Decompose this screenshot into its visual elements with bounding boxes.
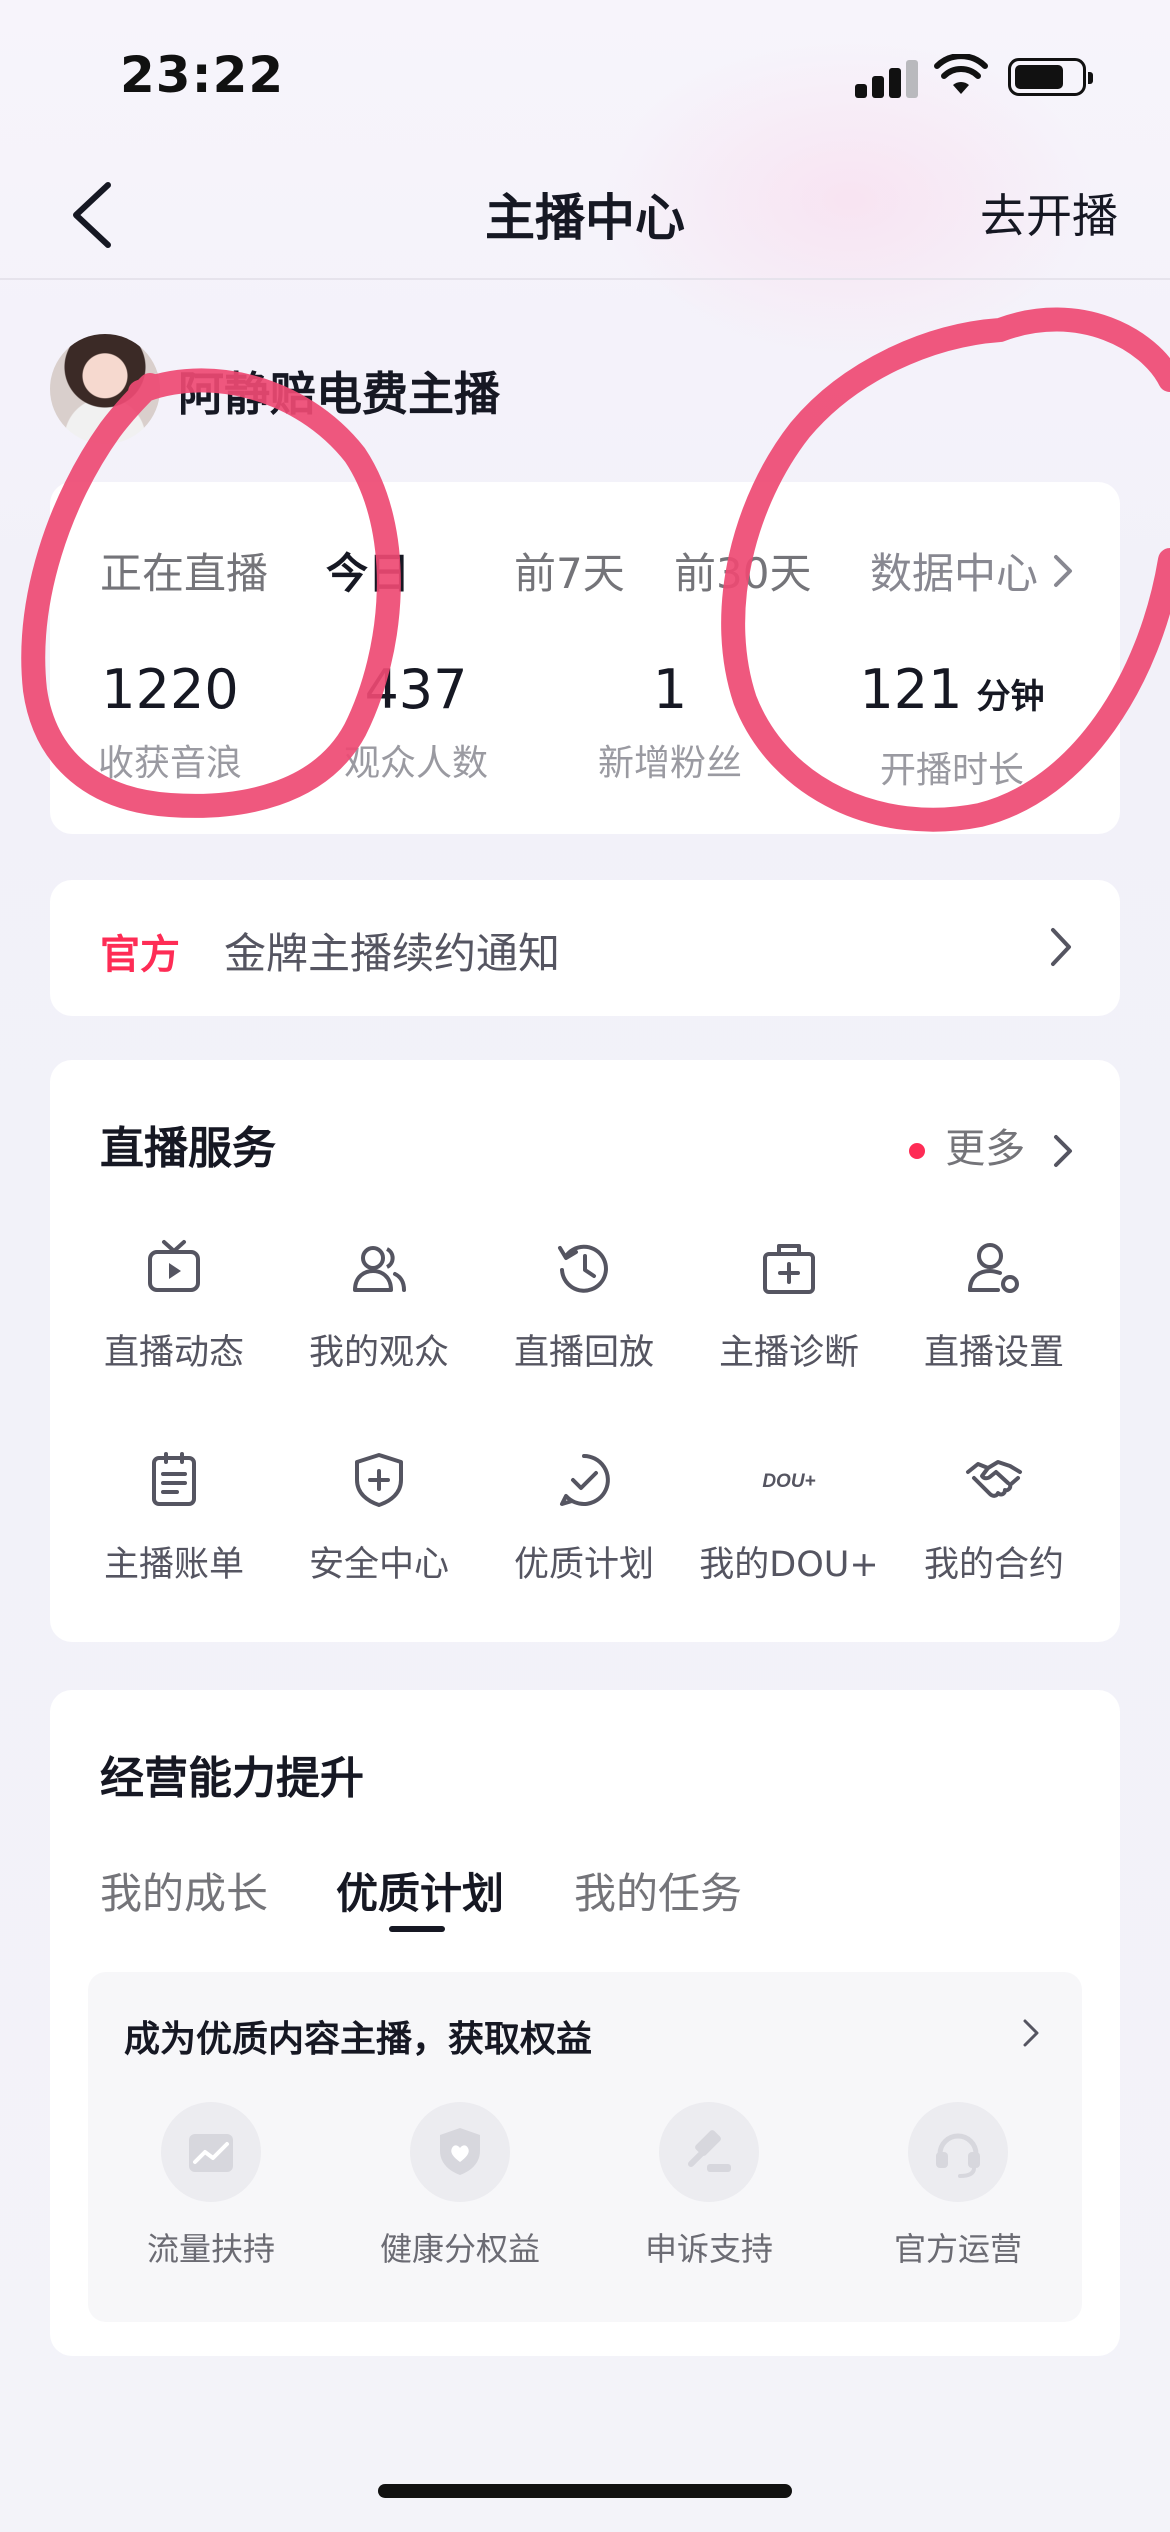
stat-value: 1	[652, 658, 688, 721]
benefit-traffic-support[interactable]: 流量扶持	[111, 2102, 311, 2270]
service-security-center[interactable]: 安全中心	[279, 1450, 479, 1587]
stat-sound-waves[interactable]: 1220 收获音浪	[50, 660, 290, 786]
section-title: 直播服务	[100, 1123, 276, 1174]
service-anchor-bill[interactable]: 主播账单	[74, 1450, 274, 1587]
shield-plus-icon	[355, 1453, 403, 1507]
dou-plus-icon: DOU+	[762, 1471, 815, 1492]
stat-value: 437	[364, 658, 468, 721]
service-my-audience[interactable]: 我的观众	[279, 1238, 479, 1375]
benefit-official-operation[interactable]: 官方运营	[858, 2102, 1058, 2270]
service-label: 安全中心	[308, 1545, 449, 1585]
bill-icon	[152, 1452, 196, 1506]
notice-banner[interactable]: 官方 金牌主播续约通知	[50, 880, 1120, 1016]
tv-play-icon	[148, 1240, 200, 1292]
live-services-card: 直播服务 更多 直播动态 我的观众 直播回放 主播诊断 直播设置 主播账单 安全…	[50, 1060, 1120, 1642]
service-label: 我的观众	[308, 1333, 449, 1373]
stat-viewers[interactable]: 437 观众人数	[296, 660, 536, 786]
service-live-replay[interactable]: 直播回放	[484, 1238, 684, 1375]
tab-live-now[interactable]: 正在直播	[100, 540, 268, 601]
tab-quality-plan[interactable]: 优质计划	[336, 1860, 504, 1921]
stat-value: 1220	[101, 658, 239, 721]
audience-icon	[353, 1246, 406, 1292]
status-bar: 23:22	[0, 0, 1170, 150]
service-label: 直播设置	[923, 1333, 1064, 1373]
traffic-chart-icon	[189, 2134, 233, 2172]
stat-new-fans[interactable]: 1 新增粉丝	[550, 660, 790, 786]
active-tab-indicator	[389, 1926, 445, 1932]
stat-label: 新增粉丝	[597, 743, 742, 784]
service-label: 主播账单	[103, 1545, 244, 1585]
quality-plan-title: 成为优质内容主播，获取权益	[124, 2019, 593, 2060]
stat-label: 开播时长	[879, 750, 1024, 791]
gavel-icon	[688, 2130, 731, 2172]
benefit-label: 健康分权益	[379, 2230, 540, 2268]
more-link[interactable]: 更多	[909, 1116, 1074, 1174]
service-anchor-diagnosis[interactable]: 主播诊断	[689, 1238, 889, 1375]
service-live-dynamics[interactable]: 直播动态	[74, 1238, 274, 1375]
medical-kit-icon	[763, 1244, 815, 1294]
stat-label: 观众人数	[343, 743, 488, 784]
service-label: 主播诊断	[718, 1333, 859, 1373]
benefit-label: 官方运营	[893, 2230, 1022, 2268]
chevron-right-icon	[1054, 555, 1072, 587]
benefit-health-score[interactable]: 健康分权益	[360, 2102, 560, 2270]
notice-text: 金牌主播续约通知	[224, 929, 561, 978]
data-center-link[interactable]: 数据中心	[870, 540, 1074, 601]
nav-bar: 主播中心 去开播	[0, 150, 1170, 280]
user-settings-icon	[968, 1243, 1019, 1293]
benefit-label: 流量扶持	[146, 2230, 275, 2268]
stat-label: 收获音浪	[97, 743, 242, 784]
service-label: 优质计划	[513, 1545, 654, 1585]
home-indicator	[378, 2484, 792, 2498]
check-bubble-icon	[560, 1454, 610, 1506]
headset-icon	[936, 2133, 980, 2178]
service-live-settings[interactable]: 直播设置	[894, 1238, 1094, 1375]
section-title: 经营能力提升	[100, 1753, 364, 1804]
tab-30-days[interactable]: 前30天	[674, 540, 811, 601]
tab-my-tasks[interactable]: 我的任务	[574, 1860, 742, 1921]
cellular-signal-icon	[855, 58, 918, 98]
stat-live-duration[interactable]: 121 分钟 开播时长	[832, 660, 1072, 793]
go-live-button[interactable]: 去开播	[980, 180, 1118, 246]
chevron-right-icon	[1023, 2019, 1039, 2047]
more-label: 更多	[945, 1126, 1026, 1172]
chevron-right-icon	[1051, 928, 1071, 966]
business-growth-card: 经营能力提升 我的成长 优质计划 我的任务 成为优质内容主播，获取权益 流量扶持…	[50, 1690, 1120, 2356]
notification-dot	[909, 1143, 926, 1159]
service-label: 直播动态	[103, 1333, 244, 1373]
svg-text:DOU+: DOU+	[762, 1471, 815, 1492]
service-label: 直播回放	[513, 1333, 654, 1373]
avatar[interactable]	[50, 334, 160, 444]
service-quality-plan[interactable]: 优质计划	[484, 1450, 684, 1587]
shield-heart-icon	[440, 2128, 480, 2175]
service-my-contract[interactable]: 我的合约	[894, 1450, 1094, 1587]
benefit-label: 申诉支持	[644, 2230, 773, 2268]
battery-icon	[1008, 58, 1093, 96]
handshake-icon	[966, 1460, 1022, 1498]
tab-my-growth[interactable]: 我的成长	[100, 1860, 268, 1921]
quality-plan-card[interactable]: 成为优质内容主播，获取权益 流量扶持 健康分权益 申诉支持 官方运营	[88, 1972, 1082, 2322]
service-label: 我的DOU+	[699, 1545, 879, 1585]
status-time: 23:22	[120, 46, 285, 104]
benefit-appeal-support[interactable]: 申诉支持	[609, 2102, 809, 2270]
chevron-right-icon	[1054, 1135, 1072, 1167]
anchor-name: 阿静赔电费主播	[178, 367, 500, 421]
service-my-dou-plus[interactable]: DOU+ 我的DOU+	[689, 1450, 889, 1587]
tab-7-days[interactable]: 前7天	[514, 540, 625, 601]
stats-card: 正在直播 今日 前7天 前30天 数据中心 1220 收获音浪 437 观众人数…	[50, 482, 1120, 834]
wifi-icon	[934, 54, 988, 94]
tab-today[interactable]: 今日	[326, 540, 410, 601]
stat-unit: 分钟	[976, 677, 1045, 717]
data-center-label: 数据中心	[869, 549, 1038, 598]
stat-value: 121	[859, 658, 963, 721]
replay-clock-icon	[558, 1244, 608, 1293]
official-tag: 官方	[100, 932, 180, 978]
service-label: 我的合约	[923, 1545, 1064, 1585]
